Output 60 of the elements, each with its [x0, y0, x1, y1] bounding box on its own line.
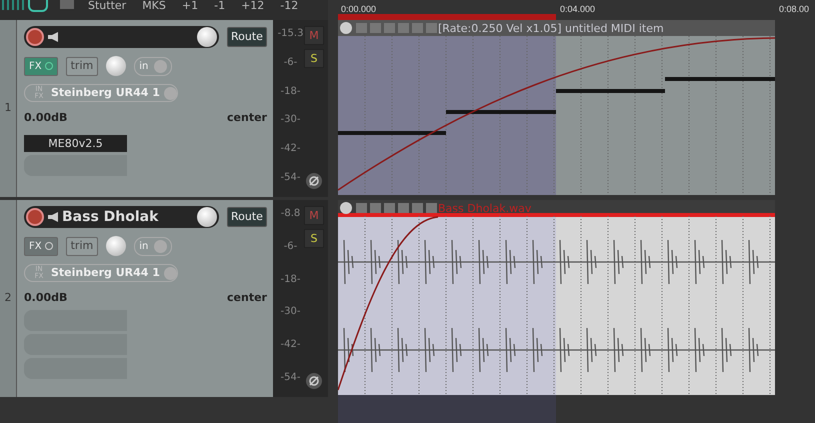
item-knob-icon: [340, 202, 352, 214]
item-label: [Rate:0.250 Vel x1.05] untitled MIDI item: [438, 22, 664, 35]
meter-tick-label: -6-: [284, 240, 298, 254]
pan-readout: center: [227, 110, 267, 126]
ruler-time[interactable]: 0:04.000: [560, 4, 596, 14]
speaker-icon[interactable]: [48, 212, 58, 222]
audio-item[interactable]: [338, 200, 775, 396]
volume-readout: 0.00dB: [24, 290, 68, 306]
item-icon: [384, 203, 395, 213]
item-icon: [384, 23, 395, 33]
track-name[interactable]: Bass Dholak: [62, 206, 193, 228]
meter-tick-label: -42-: [280, 142, 300, 156]
track-number: 1: [4, 100, 12, 116]
meter-tick-label: -54-: [280, 170, 300, 185]
track-number: 2: [4, 290, 12, 306]
meter-tick-label: -6-: [284, 56, 298, 70]
pan-knob[interactable]: [106, 236, 126, 256]
fx-button[interactable]: FX: [24, 236, 58, 256]
meter-tick-label: -30-: [280, 305, 300, 320]
ruler-time[interactable]: 0:08.00: [779, 4, 810, 14]
ruler-time[interactable]: 0:00.000: [341, 4, 376, 14]
fx-slot[interactable]: ME80v2.5: [24, 134, 127, 152]
record-arm-button[interactable]: [26, 28, 44, 46]
volume-knob[interactable]: [197, 207, 217, 227]
toolbar-button[interactable]: MKS: [142, 0, 166, 12]
toolbar-button[interactable]: -1: [214, 0, 226, 12]
item-icon: [412, 203, 423, 213]
route-button[interactable]: Route: [227, 206, 267, 228]
meter-tick-label: -18-: [280, 84, 300, 99]
fx-button[interactable]: FX: [24, 56, 58, 76]
phase-invert-icon[interactable]: [306, 373, 322, 389]
item-knob-icon: [340, 22, 352, 34]
toolbar-button[interactable]: -12: [280, 0, 298, 12]
meter-tick-label: -30-: [280, 113, 300, 128]
volume-readout: 0.00dB: [24, 110, 68, 126]
loop-icon[interactable]: [28, 0, 48, 12]
grid-icon[interactable]: [2, 0, 24, 10]
item-icon: [398, 203, 409, 213]
item-icon: [398, 23, 409, 33]
meter-peak: -15.3: [278, 27, 304, 41]
item-icon: [426, 203, 437, 213]
meter-tick-label: -42-: [280, 338, 300, 352]
solo-button[interactable]: S: [304, 49, 324, 68]
meter-tick-label: -18-: [280, 272, 300, 287]
toolbar-button[interactable]: +12: [241, 0, 264, 12]
meter-tick-label: -54-: [280, 370, 300, 385]
solo-button[interactable]: S: [304, 229, 324, 248]
speaker-icon[interactable]: [48, 32, 58, 42]
toolbar-button[interactable]: +1: [182, 0, 198, 12]
phase-invert-icon[interactable]: [306, 173, 322, 189]
pan-knob[interactable]: [106, 56, 126, 76]
record-arm-button[interactable]: [26, 208, 44, 226]
item-icon: [412, 23, 423, 33]
item-label: Bass Dholak.wav: [438, 202, 532, 215]
item-icon: [426, 23, 437, 33]
pan-readout: center: [227, 290, 267, 306]
volume-knob[interactable]: [197, 27, 217, 47]
toolbar-button[interactable]: Stutter: [88, 0, 126, 12]
meter-peak: -8.8: [280, 207, 300, 221]
route-button[interactable]: Route: [227, 26, 267, 48]
